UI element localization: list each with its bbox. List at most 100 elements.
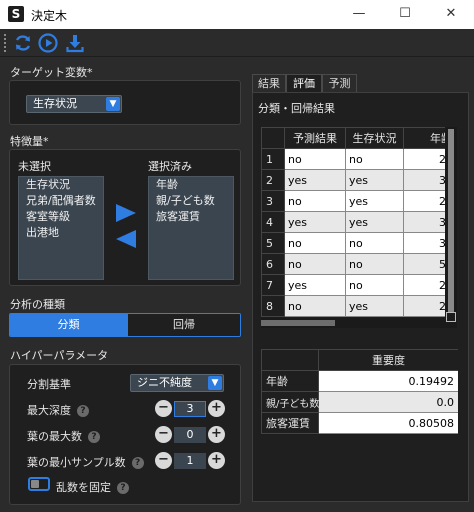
table-cell[interactable]: 0.80508	[318, 412, 458, 434]
table-cell[interactable]: 3	[403, 211, 445, 233]
table-cell[interactable]: no	[284, 148, 346, 170]
row-header: 旅客運賃	[261, 412, 319, 434]
fix-seed-toggle[interactable]	[28, 477, 50, 491]
help-icon[interactable]: ?	[88, 431, 100, 443]
classification-option[interactable]: 分類	[10, 314, 127, 336]
row-header: 7	[261, 274, 285, 296]
play-icon[interactable]	[37, 32, 59, 54]
target-select[interactable]: 生存状況 ▼	[26, 95, 122, 113]
list-item[interactable]: 兄弟/配偶者数	[19, 193, 103, 209]
decrement-button[interactable]: −	[155, 452, 172, 469]
max-depth-input[interactable]: 3	[174, 401, 206, 417]
toolbar	[0, 29, 474, 57]
table-cell[interactable]: no	[345, 274, 404, 296]
tab-prediction[interactable]: 予測	[322, 74, 357, 92]
table-cell[interactable]: 5	[403, 253, 445, 275]
scrollbar-thumb[interactable]	[448, 129, 454, 317]
table-cell[interactable]: yes	[345, 211, 404, 233]
table-cell[interactable]: yes	[345, 169, 404, 191]
row-header: 4	[261, 211, 285, 233]
fix-seed-label: 乱数を固定	[56, 481, 111, 494]
table-cell[interactable]: no	[284, 232, 346, 254]
table-cell[interactable]: yes	[284, 211, 346, 233]
table-cell[interactable]: no	[345, 253, 404, 275]
column-header[interactable]: 重要度	[318, 349, 458, 371]
horizontal-scrollbar[interactable]	[261, 318, 457, 328]
scrollbar-thumb[interactable]	[261, 320, 335, 326]
row-header: 1	[261, 148, 285, 170]
max-leaf-input[interactable]: 0	[174, 427, 206, 443]
refresh-icon[interactable]	[12, 32, 34, 54]
importance-table: 重要度 年齢 0.19492 親/子ども数 0.0 旅客運賃 0.80508	[261, 349, 458, 435]
table-cell[interactable]: 0.0	[318, 391, 458, 413]
regression-option[interactable]: 回帰	[127, 314, 240, 336]
table-row: 5 no no 3	[261, 232, 445, 254]
table-cell[interactable]: 3	[403, 232, 445, 254]
target-panel: 生存状況 ▼	[9, 80, 241, 125]
list-item[interactable]: 年齢	[149, 177, 233, 193]
close-button[interactable]: ✕	[428, 0, 474, 29]
toggle-knob	[31, 480, 39, 488]
table-row: 7 yes no 2	[261, 274, 445, 296]
decrement-button[interactable]: −	[155, 426, 172, 443]
decrement-button[interactable]: −	[155, 400, 172, 417]
table-cell[interactable]: no	[345, 232, 404, 254]
max-leaf-label: 葉の最大数	[27, 430, 82, 443]
row-header: 親/子ども数	[261, 391, 319, 413]
table-cell[interactable]: no	[345, 148, 404, 170]
max-leaf-row: 葉の最大数?	[27, 428, 100, 444]
max-depth-row: 最大深度?	[27, 402, 89, 418]
list-item[interactable]: 親/子ども数	[149, 193, 233, 209]
tab-results[interactable]: 結果	[252, 74, 286, 92]
table-cell[interactable]: no	[284, 295, 346, 317]
max-depth-stepper: − 3 +	[155, 400, 225, 418]
table-cell[interactable]: yes	[284, 169, 346, 191]
table-cell[interactable]: no	[284, 253, 346, 275]
table-cell[interactable]: 2	[403, 148, 445, 170]
row-header: 8	[261, 295, 285, 317]
row-header: 5	[261, 232, 285, 254]
toolbar-grip[interactable]	[4, 34, 6, 52]
window-title: 決定木	[31, 9, 68, 23]
criterion-select-value: ジニ不純度	[137, 376, 192, 389]
download-icon[interactable]	[64, 32, 86, 54]
column-header[interactable]: 予測結果	[284, 127, 346, 149]
table-cell[interactable]: 0.19492	[318, 370, 458, 392]
minimize-button[interactable]: —	[336, 0, 382, 29]
unselected-list[interactable]: 生存状況 兄弟/配偶者数 客室等級 出港地	[18, 176, 104, 280]
help-icon[interactable]: ?	[77, 405, 89, 417]
increment-button[interactable]: +	[208, 426, 225, 443]
tab-evaluation[interactable]: 評価	[286, 74, 322, 92]
help-icon[interactable]: ?	[131, 457, 144, 469]
column-header[interactable]: 年齢	[403, 127, 445, 149]
table-cell[interactable]: 2	[403, 274, 445, 296]
table-cell[interactable]: 2	[403, 295, 445, 317]
table-cell[interactable]: yes	[345, 295, 404, 317]
table-row: 1 no no 2	[261, 148, 445, 170]
chevron-down-icon: ▼	[106, 97, 120, 111]
help-icon[interactable]: ?	[117, 482, 129, 494]
table-cell[interactable]: yes	[345, 190, 404, 212]
row-header: 年齢	[261, 370, 319, 392]
min-samples-stepper: − 1 +	[155, 452, 225, 470]
vertical-scrollbar[interactable]	[445, 127, 457, 318]
row-header: 3	[261, 190, 285, 212]
table-cell[interactable]: 2	[403, 190, 445, 212]
move-right-button[interactable]	[115, 203, 137, 223]
maximize-button[interactable]: ☐	[382, 0, 428, 29]
resize-corner-icon[interactable]	[446, 312, 456, 322]
selected-list[interactable]: 年齢 親/子ども数 旅客運賃	[148, 176, 234, 280]
list-item[interactable]: 出港地	[19, 225, 103, 241]
table-cell[interactable]: 3	[403, 169, 445, 191]
list-item[interactable]: 客室等級	[19, 209, 103, 225]
min-samples-input[interactable]: 1	[174, 453, 206, 469]
list-item[interactable]: 旅客運賃	[149, 209, 233, 225]
increment-button[interactable]: +	[208, 452, 225, 469]
criterion-select[interactable]: ジニ不純度 ▼	[130, 374, 224, 392]
move-left-button[interactable]	[115, 229, 137, 249]
list-item[interactable]: 生存状況	[19, 177, 103, 193]
increment-button[interactable]: +	[208, 400, 225, 417]
table-cell[interactable]: no	[284, 190, 346, 212]
column-header[interactable]: 生存状況	[345, 127, 404, 149]
table-cell[interactable]: yes	[284, 274, 346, 296]
